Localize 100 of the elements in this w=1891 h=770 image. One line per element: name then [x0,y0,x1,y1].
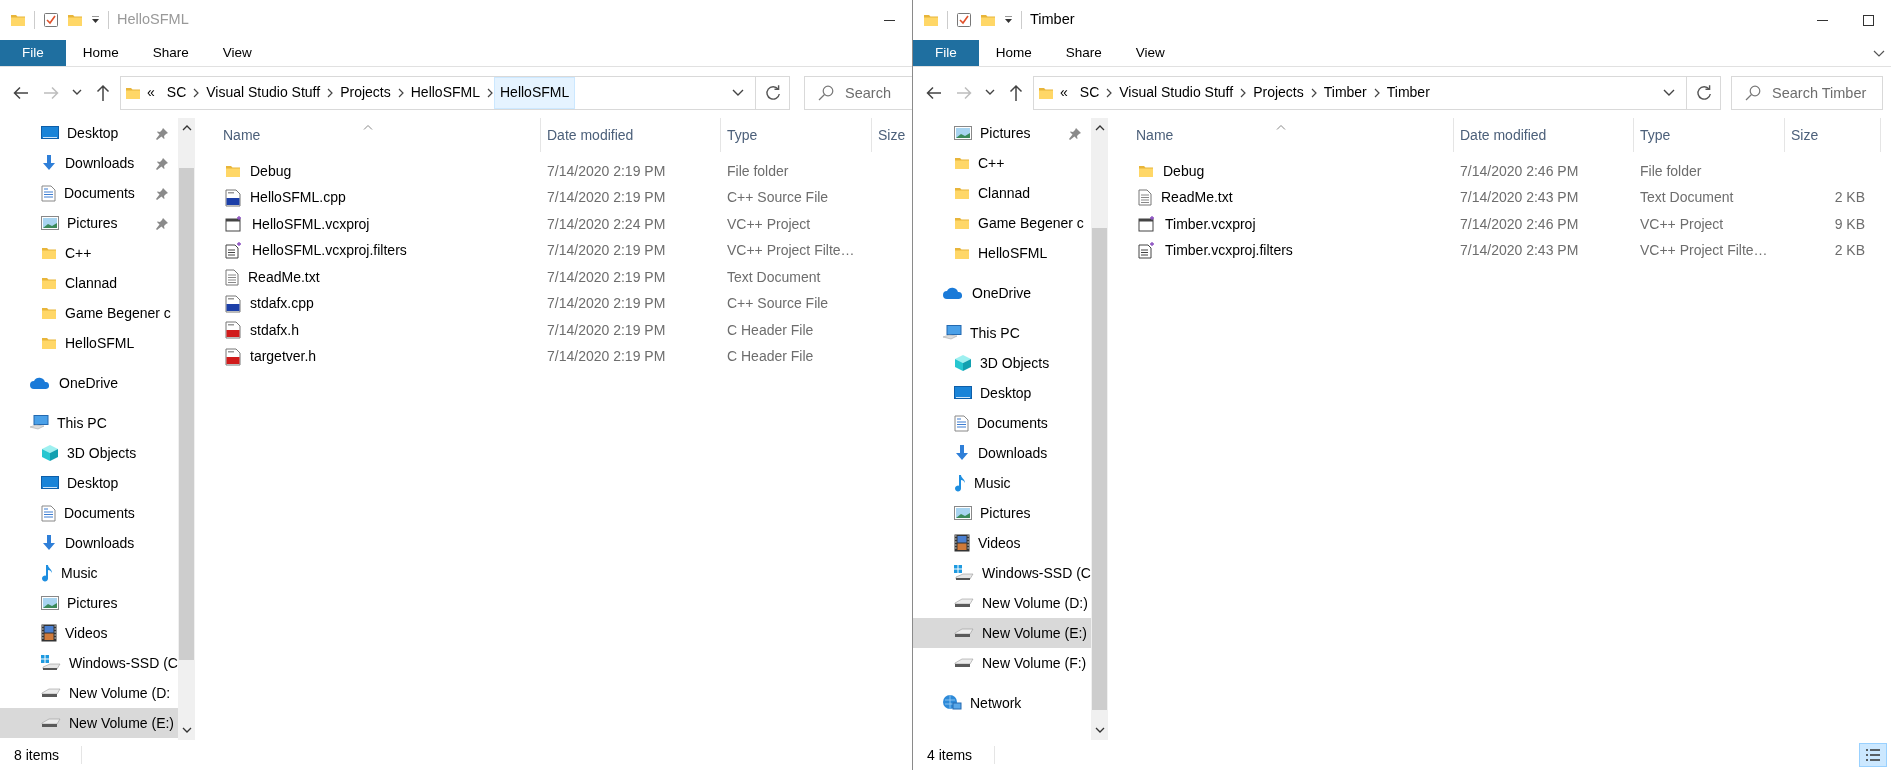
scrollbar[interactable] [1091,118,1108,740]
sidebar-item[interactable]: Videos [913,528,1091,558]
breadcrumb[interactable]: Projects [1247,79,1310,106]
file-name[interactable]: stdafx.h [250,319,300,341]
overflow-button[interactable]: « [141,82,161,103]
sidebar-item[interactable]: New Volume (E:) [913,618,1091,648]
ribbon-tab[interactable]: Share [1048,40,1119,66]
sidebar-item[interactable]: Music [0,558,178,588]
filter-file-icon [225,242,243,260]
sidebar-item[interactable]: Desktop [0,468,178,498]
sidebar-item[interactable]: HelloSFML [913,238,1091,268]
customize-caret-icon [1004,16,1013,24]
sidebar-item[interactable]: Network [913,688,1091,718]
file-name[interactable]: Timber.vcxproj [1165,213,1256,235]
search-field[interactable]: Search [804,75,912,110]
sidebar-item[interactable]: 3D Objects [0,438,178,468]
sidebar-item[interactable]: New Volume (F:) [913,648,1091,678]
sidebar-item[interactable]: Desktop [0,118,178,148]
sidebar-item[interactable]: Downloads [913,438,1091,468]
address-bar[interactable]: « SC Visual Studio Stuff Projects HelloSFML HelloSFML [120,75,790,110]
dropdown-caret-icon [72,89,82,96]
date-cell-text: 7/14/2020 2:19 PM [546,294,667,314]
file-name[interactable]: Debug [250,160,292,182]
sidebar-item[interactable]: 3D Objects [913,348,1091,378]
column-header[interactable]: Type [1634,118,1785,152]
sidebar-item[interactable]: New Volume (D:) [913,588,1091,618]
ribbon-tab[interactable]: View [1118,40,1182,66]
sidebar-item[interactable]: This PC [0,408,178,438]
sidebar-item[interactable]: OneDrive [913,278,1091,308]
ribbon-tab[interactable]: Share [135,40,206,66]
breadcrumb[interactable]: Timber [1317,79,1373,106]
details-view-button[interactable] [1859,743,1887,767]
sidebar-item[interactable]: HelloSFML [0,328,178,358]
file-name[interactable]: stdafx.cpp [250,293,314,315]
folder-icon [67,13,83,27]
sidebar-item[interactable]: This PC [913,318,1091,348]
sidebar-item[interactable]: C++ [0,238,178,268]
ribbon-tab[interactable]: Home [65,40,136,66]
file-name[interactable]: ReadMe.txt [1161,187,1233,209]
sidebar-item[interactable]: C++ [913,148,1091,178]
column-header[interactable]: Date modified [541,118,721,152]
sidebar-item[interactable]: Music [913,468,1091,498]
column-header[interactable]: Size [1785,118,1881,152]
sidebar-item[interactable]: New Volume (D: [0,678,178,708]
search-field[interactable]: Search Timber [1731,75,1883,110]
file-name[interactable]: Timber.vcxproj.filters [1165,240,1293,262]
breadcrumb[interactable]: SC [160,79,193,106]
sidebar-item[interactable]: Clannad [913,178,1091,208]
file-name[interactable]: Debug [1163,160,1205,182]
file-name[interactable]: HelloSFML.vcxproj.filters [252,240,407,262]
sidebar-item[interactable]: Documents [0,498,178,528]
ribbon-tab[interactable]: Home [978,40,1049,66]
sidebar-item[interactable]: Windows-SSD (C [913,558,1091,588]
sidebar-item[interactable]: Videos [0,618,178,648]
folder-icon [923,13,939,27]
file-tab[interactable]: File [913,40,979,66]
window-title: Timber [1030,10,1075,30]
sidebar-item[interactable]: Game Begener c [0,298,178,328]
column-header[interactable]: Date modified [1454,118,1634,152]
sidebar-item[interactable]: OneDrive [0,368,178,398]
sidebar-item[interactable]: Pictures [0,208,178,238]
column-header[interactable]: Name [1108,118,1454,152]
sidebar-item[interactable]: Pictures [913,498,1091,528]
header-file-icon [225,347,241,366]
sidebar-item[interactable]: Pictures [0,588,178,618]
breadcrumb[interactable]: SC [1073,79,1106,106]
sidebar-item[interactable]: Documents [0,178,178,208]
file-name[interactable]: ReadMe.txt [248,266,320,288]
address-bar[interactable]: « SC Visual Studio Stuff Projects Timber Timber [1033,75,1721,110]
file-name[interactable]: HelloSFML.cpp [250,187,346,209]
picture-icon [954,506,972,520]
breadcrumb[interactable]: HelloSFML [494,76,576,109]
overflow-button[interactable]: « [1054,82,1074,103]
sidebar-item[interactable]: Game Begener c [913,208,1091,238]
sidebar-item[interactable]: Windows-SSD (C [0,648,178,678]
sidebar-item[interactable]: Desktop [913,378,1091,408]
file-tab[interactable]: File [0,40,66,66]
file-name[interactable]: targetver.h [250,346,317,368]
date-cell-text: 7/14/2020 2:43 PM [1459,241,1580,261]
breadcrumb[interactable]: Visual Studio Stuff [200,79,327,106]
breadcrumb[interactable]: HelloSFML [404,79,486,106]
forward-arrow-icon [956,85,972,100]
sidebar-item[interactable]: New Volume (E:) [0,708,178,738]
scroll-thumb[interactable] [1092,228,1107,710]
file-name[interactable]: HelloSFML.vcxproj [252,213,370,235]
breadcrumb[interactable]: Visual Studio Stuff [1113,79,1240,106]
breadcrumb[interactable]: Projects [334,79,397,106]
scrollbar[interactable] [178,118,195,740]
sidebar-item[interactable]: Documents [913,408,1091,438]
column-header[interactable]: Type [721,118,872,152]
sidebar-item[interactable]: Downloads [0,148,178,178]
ribbon-tab[interactable]: View [205,40,269,66]
sidebar-item[interactable]: Clannad [0,268,178,298]
scroll-thumb[interactable] [179,168,194,660]
document-icon [41,184,56,202]
breadcrumb[interactable]: Timber [1380,79,1436,106]
back-arrow-icon [13,85,29,100]
column-header[interactable]: Name [195,118,541,152]
sidebar-item[interactable]: Pictures [913,118,1091,148]
sidebar-item[interactable]: Downloads [0,528,178,558]
